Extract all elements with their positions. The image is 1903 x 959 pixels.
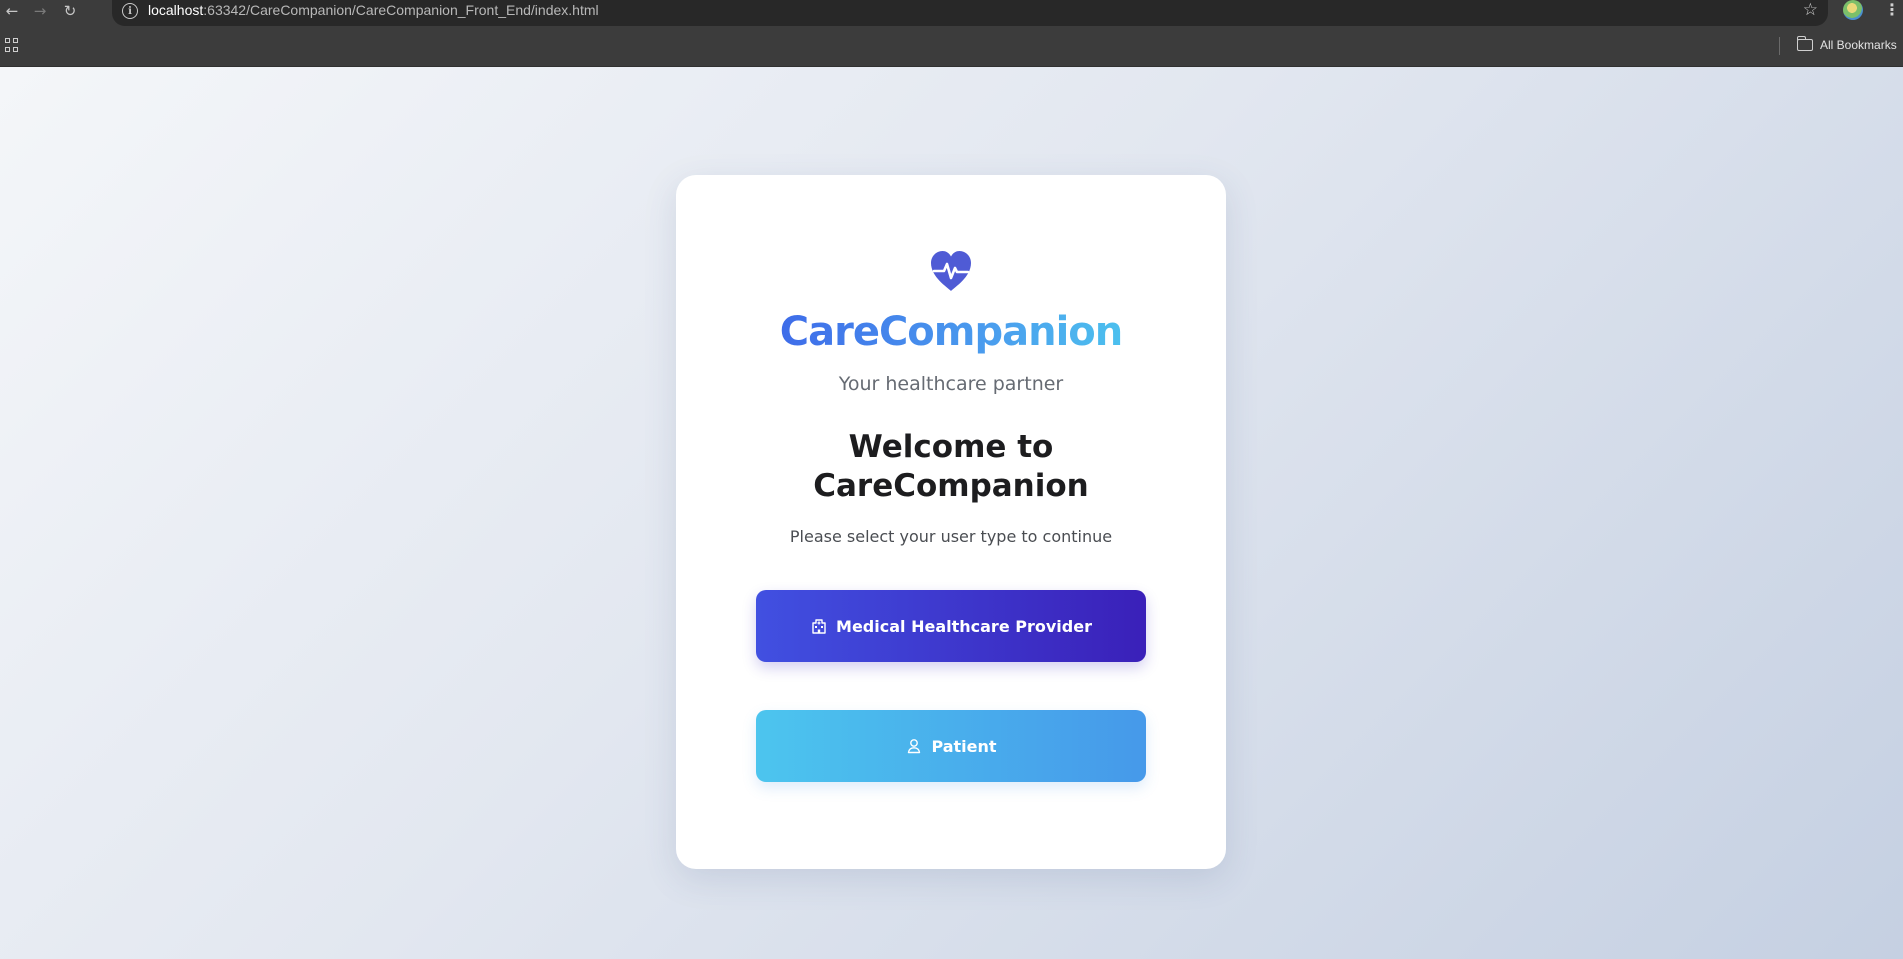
browser-toolbar: ← → ↻ i localhost:63342/CareCompanion/Ca… (0, 0, 1903, 26)
menu-kebab-icon[interactable]: ⋮ (1884, 0, 1900, 19)
medical-provider-label: Medical Healthcare Provider (836, 616, 1092, 636)
heart-pulse-icon (931, 251, 971, 291)
welcome-heading: Welcome to CareCompanion (676, 428, 1226, 506)
patient-button[interactable]: Patient (756, 710, 1146, 782)
url-text[interactable]: localhost:63342/CareCompanion/CareCompan… (148, 2, 599, 18)
address-bar[interactable]: i localhost:63342/CareCompanion/CareComp… (112, 0, 1828, 26)
login-card: CareCompanion Your healthcare partner We… (676, 175, 1226, 869)
arrow-left-icon: ← (5, 2, 19, 20)
all-bookmarks-link[interactable]: All Bookmarks (1820, 38, 1897, 52)
forward-button[interactable]: → (28, 0, 52, 22)
bookmarks-divider (1779, 37, 1780, 55)
brand-name: CareCompanion (779, 309, 1123, 355)
folder-icon[interactable] (1796, 36, 1813, 51)
bookmarks-bar: All Bookmarks (0, 26, 1903, 67)
arrow-right-icon: → (33, 2, 47, 20)
hospital-icon (812, 619, 826, 634)
reload-button[interactable]: ↻ (58, 0, 82, 22)
back-button[interactable]: ← (0, 0, 24, 22)
welcome-line-2: CareCompanion (813, 468, 1089, 504)
page-background: CareCompanion Your healthcare partner We… (0, 67, 1903, 959)
patient-label: Patient (931, 736, 997, 756)
reload-icon: ↻ (63, 2, 77, 20)
profile-avatar[interactable] (1843, 0, 1863, 20)
tagline: Your healthcare partner (838, 373, 1064, 395)
user-type-prompt: Please select your user type to continue (789, 527, 1113, 546)
url-host: localhost (148, 2, 204, 18)
medical-provider-button[interactable]: Medical Healthcare Provider (756, 590, 1146, 662)
apps-grid-icon[interactable] (5, 38, 19, 52)
url-path: :63342/CareCompanion/CareCompanion_Front… (203, 2, 599, 18)
star-icon[interactable]: ☆ (1803, 0, 1818, 20)
user-icon (908, 739, 921, 754)
site-info-icon[interactable]: i (122, 3, 138, 19)
welcome-line-1: Welcome to (848, 429, 1054, 465)
